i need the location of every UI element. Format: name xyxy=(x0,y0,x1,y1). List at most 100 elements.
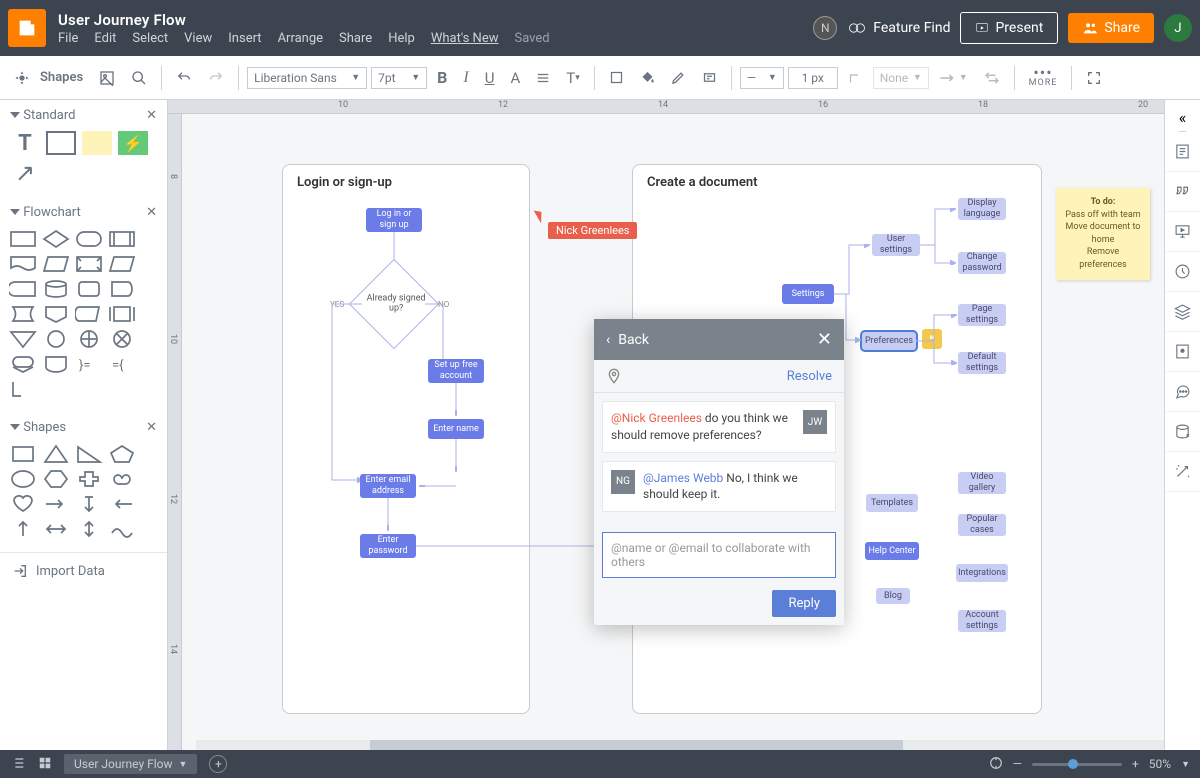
shape-item[interactable] xyxy=(74,493,104,515)
shape-item[interactable] xyxy=(8,443,38,465)
node-setup[interactable]: Set up free account xyxy=(428,359,484,383)
italic-button[interactable]: I xyxy=(457,65,474,91)
note-tool[interactable] xyxy=(82,131,112,155)
shape-item[interactable] xyxy=(8,378,38,400)
grid-view-icon[interactable] xyxy=(38,756,52,773)
menu-help[interactable]: Help xyxy=(388,31,415,46)
data-icon[interactable] xyxy=(1165,412,1200,452)
undo-button[interactable] xyxy=(170,66,198,90)
node-password[interactable]: Enter password xyxy=(360,534,416,558)
shape-style-button[interactable] xyxy=(603,66,630,89)
node-help[interactable]: Help Center xyxy=(865,542,919,560)
line-style-select[interactable]: None▼ xyxy=(873,67,929,89)
zoom-out-button[interactable]: — xyxy=(1013,757,1022,771)
shape-item[interactable] xyxy=(41,328,71,350)
comment-input[interactable]: @name or @email to collaborate with othe… xyxy=(602,532,836,578)
node-settings[interactable]: Settings xyxy=(782,284,834,304)
page-tab[interactable]: User Journey Flow ▼ xyxy=(64,754,197,774)
shape-item[interactable] xyxy=(74,443,104,465)
shape-item[interactable] xyxy=(107,443,137,465)
underline-button[interactable]: U xyxy=(479,65,501,91)
node-changepw[interactable]: Change password xyxy=(958,252,1006,274)
shape-item[interactable] xyxy=(8,468,38,490)
menu-insert[interactable]: Insert xyxy=(228,31,261,46)
node-display[interactable]: Display language xyxy=(958,198,1006,220)
stroke-width-input[interactable]: 1 px xyxy=(788,67,838,89)
close-icon[interactable]: ✕ xyxy=(146,420,157,435)
history-icon[interactable] xyxy=(1165,252,1200,292)
shape-item[interactable] xyxy=(8,353,38,375)
font-select[interactable]: Liberation Sans▼ xyxy=(247,67,367,89)
shape-item[interactable] xyxy=(41,518,71,540)
shape-item[interactable] xyxy=(8,328,38,350)
node-popular[interactable]: Popular cases xyxy=(958,514,1006,536)
shape-item[interactable] xyxy=(74,253,104,275)
shape-item[interactable] xyxy=(107,468,137,490)
zoom-label[interactable]: 50% xyxy=(1149,757,1171,771)
back-icon[interactable]: ‹ xyxy=(606,332,610,348)
smart-button[interactable] xyxy=(696,66,723,89)
node-integrations[interactable]: Integrations xyxy=(956,564,1008,582)
node-templates[interactable]: Templates xyxy=(866,494,918,512)
search-icon[interactable] xyxy=(125,66,153,90)
shape-item[interactable]: ={ xyxy=(107,353,137,375)
shape-item[interactable] xyxy=(74,278,104,300)
node-name[interactable]: Enter name xyxy=(428,419,484,439)
layers-icon[interactable] xyxy=(1165,292,1200,332)
back-label[interactable]: Back xyxy=(618,332,649,348)
shape-item[interactable] xyxy=(41,228,71,250)
share-button[interactable]: Share xyxy=(1068,13,1154,43)
zoom-in-button[interactable]: + xyxy=(1132,757,1139,771)
shape-item[interactable] xyxy=(8,253,38,275)
shape-item[interactable] xyxy=(41,493,71,515)
shape-item[interactable] xyxy=(8,493,38,515)
import-data-button[interactable]: Import Data xyxy=(0,552,167,589)
close-icon[interactable]: ✕ xyxy=(146,108,157,123)
menu-whats-new[interactable]: What's New xyxy=(431,31,499,46)
shape-item[interactable] xyxy=(41,353,71,375)
shape-item[interactable] xyxy=(74,468,104,490)
notes-icon[interactable] xyxy=(1165,132,1200,172)
shape-item[interactable] xyxy=(107,278,137,300)
collaborator-badge[interactable]: N xyxy=(813,16,837,40)
quote-icon[interactable] xyxy=(1165,172,1200,212)
node-user-settings[interactable]: User settings xyxy=(872,234,920,256)
close-icon[interactable]: ✕ xyxy=(146,205,157,220)
arrow-tool[interactable]: ↗ xyxy=(10,161,40,185)
node-page-settings[interactable]: Page settings xyxy=(958,304,1006,326)
resolve-button[interactable]: Resolve xyxy=(787,369,832,384)
app-logo[interactable] xyxy=(8,9,46,47)
close-icon[interactable]: ✕ xyxy=(817,329,832,350)
shapes-toggle[interactable] xyxy=(8,66,36,90)
reply-button[interactable]: Reply xyxy=(772,590,836,617)
horizontal-scrollbar[interactable] xyxy=(196,740,1164,750)
rect-tool[interactable] xyxy=(46,131,76,155)
line-corner-button[interactable] xyxy=(842,66,869,89)
image-insert-icon[interactable] xyxy=(93,66,121,90)
node-video[interactable]: Video gallery xyxy=(958,472,1006,494)
present-button[interactable]: Present xyxy=(960,12,1058,44)
more-button[interactable]: •••MORE xyxy=(1029,68,1058,88)
shape-item[interactable] xyxy=(107,303,137,325)
align-button[interactable] xyxy=(530,67,556,89)
document-title[interactable]: User Journey Flow xyxy=(58,11,550,29)
shape-item[interactable] xyxy=(107,518,137,540)
fill-button[interactable] xyxy=(634,66,661,89)
shape-item[interactable] xyxy=(107,253,137,275)
redo-button[interactable] xyxy=(202,66,230,90)
arrow-end-button[interactable]: ▼ xyxy=(933,68,974,88)
shape-item[interactable] xyxy=(41,278,71,300)
list-view-icon[interactable] xyxy=(10,755,26,774)
pen-button[interactable] xyxy=(665,66,692,89)
shape-item[interactable] xyxy=(8,278,38,300)
line-type-select[interactable]: —▼ xyxy=(740,67,784,89)
swap-arrows-button[interactable] xyxy=(978,66,1006,90)
text-options-button[interactable]: T▾ xyxy=(560,65,585,91)
user-avatar[interactable]: J xyxy=(1164,14,1192,42)
shape-item[interactable] xyxy=(41,468,71,490)
section-shapes[interactable]: Shapes✕ xyxy=(0,412,167,443)
add-page-button[interactable]: + xyxy=(209,755,227,773)
menu-share[interactable]: Share xyxy=(339,31,372,46)
present-panel-icon[interactable] xyxy=(1165,212,1200,252)
magic-icon[interactable] xyxy=(1165,452,1200,492)
